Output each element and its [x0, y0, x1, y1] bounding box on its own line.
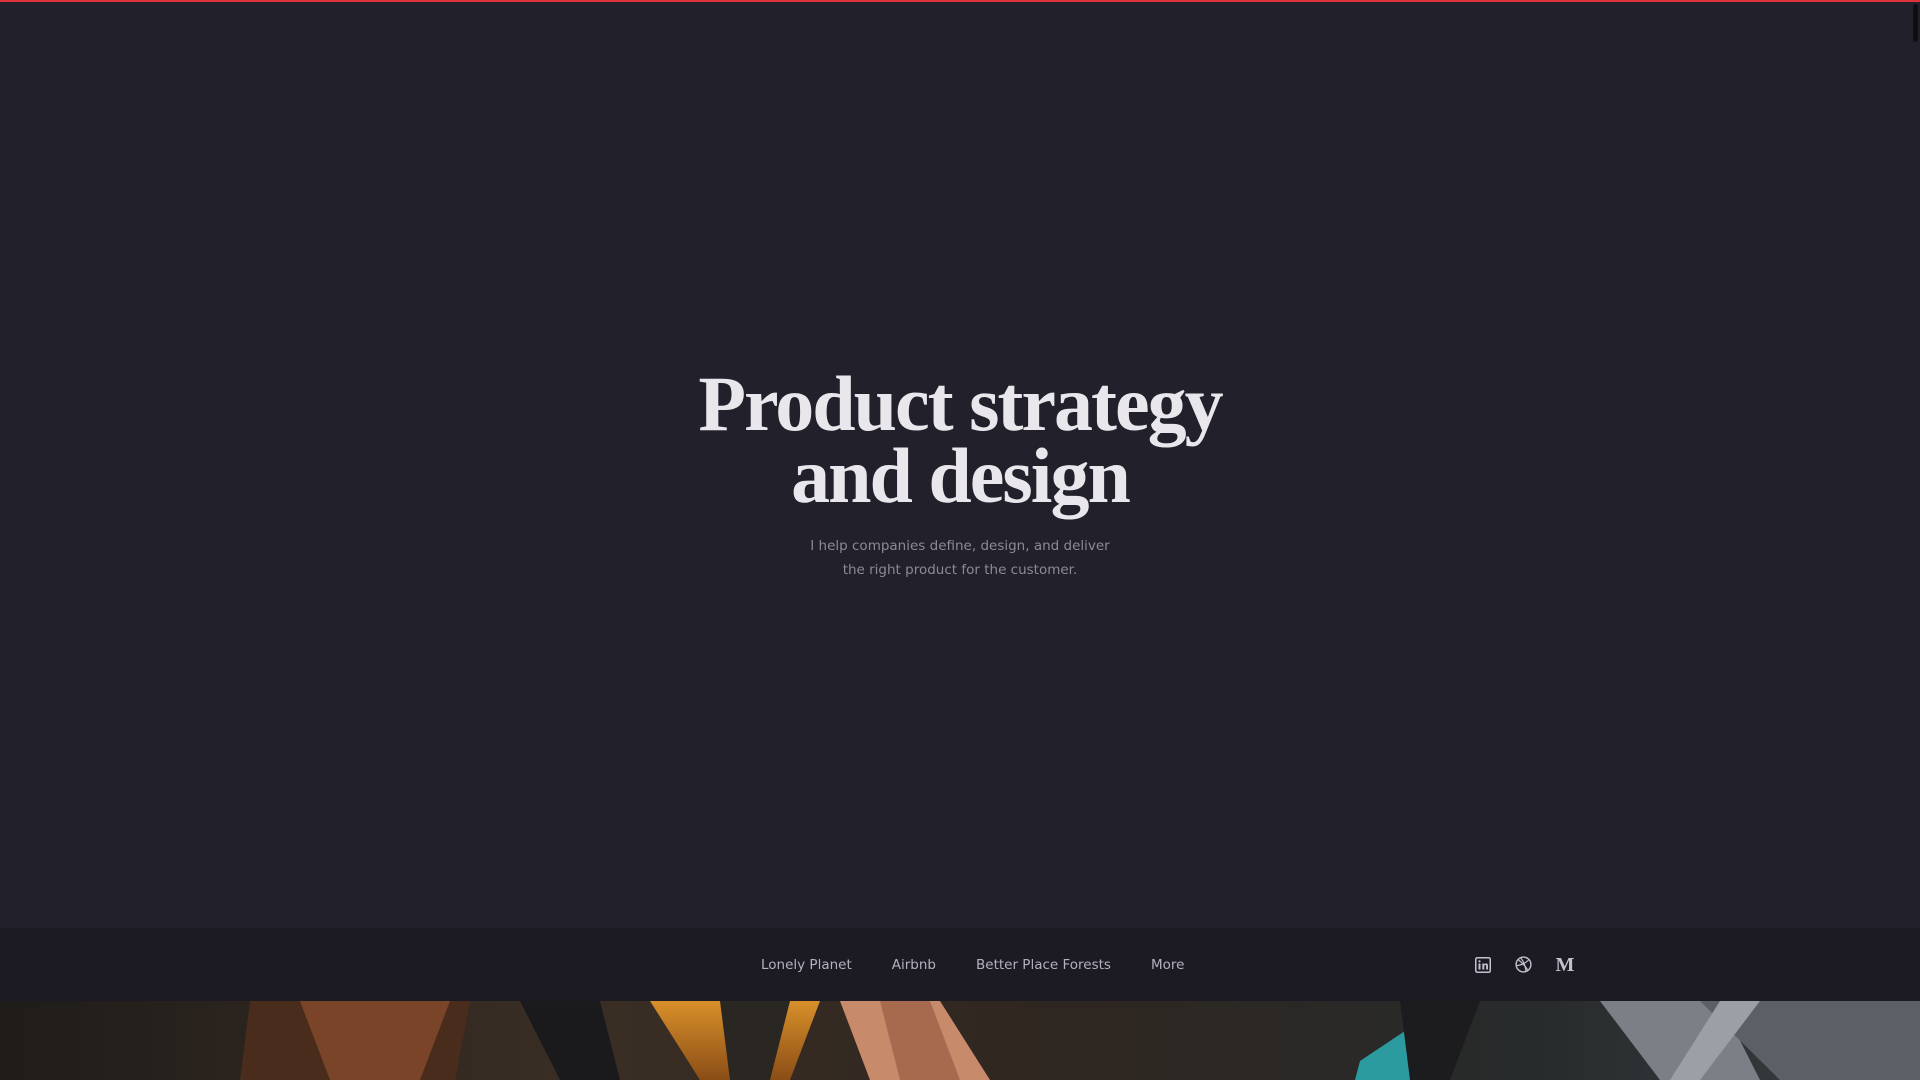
- page: Product strategy and design I help compa…: [0, 0, 1920, 1080]
- bottom-navbar: Lonely Planet Airbnb Better Place Forest…: [0, 928, 1920, 1001]
- dribbble-icon[interactable]: [1514, 956, 1532, 974]
- nav-link-better-place-forests[interactable]: Better Place Forests: [976, 957, 1111, 973]
- nav-link-airbnb[interactable]: Airbnb: [892, 957, 936, 973]
- nav-link-more[interactable]: More: [1151, 957, 1184, 973]
- hero-photo-strip: [0, 1001, 1920, 1080]
- social-icons: M: [1474, 928, 1576, 1001]
- nav-link-lonely-planet[interactable]: Lonely Planet: [761, 957, 852, 973]
- linkedin-icon[interactable]: [1474, 956, 1492, 974]
- hero-section: Product strategy and design I help compa…: [0, 0, 1920, 928]
- photo-illustration: [0, 1001, 1920, 1080]
- medium-icon[interactable]: M: [1554, 955, 1576, 975]
- hero-subtitle: I help companies define, design, and del…: [810, 538, 1110, 578]
- hero-title: Product strategy and design: [698, 360, 1223, 519]
- nav-links: Lonely Planet Airbnb Better Place Forest…: [761, 928, 1224, 1001]
